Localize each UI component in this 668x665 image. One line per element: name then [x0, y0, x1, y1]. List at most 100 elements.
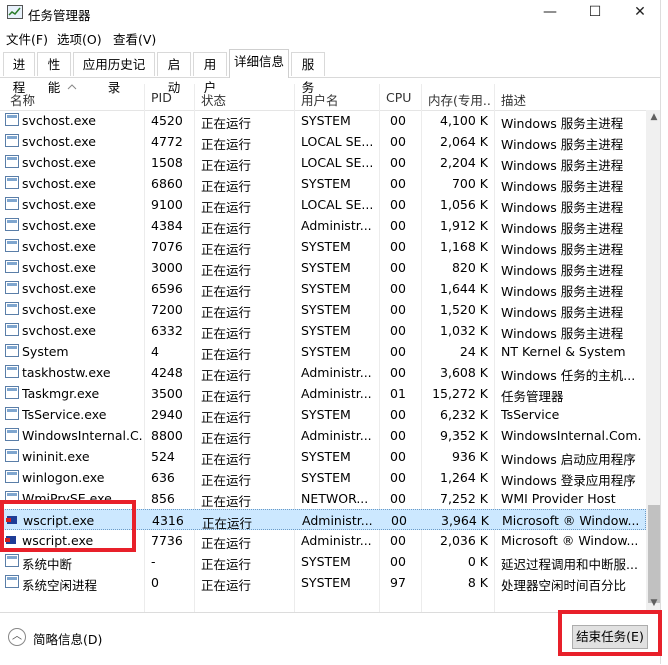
minimize-button[interactable]: —	[527, 0, 573, 26]
tab-details[interactable]: 详细信息	[229, 49, 289, 78]
cell-description: Windows 服务主进程	[501, 326, 624, 341]
col-header-name[interactable]: 名称	[10, 90, 140, 109]
col-header-pid[interactable]: PID	[151, 90, 195, 105]
tab-processes[interactable]: 进程	[3, 52, 35, 95]
cell-description: Windows 任务的主机...	[501, 368, 636, 383]
table-row[interactable]: svchost.exe 6596 正在运行 SYSTEM 00 1,644 K Window…	[0, 278, 646, 299]
cell-status: 正在运行	[201, 221, 252, 236]
tab-performance[interactable]: 性能	[37, 52, 71, 95]
table-row[interactable]: svchost.exe 4772 正在运行 LOCAL SE... 00 2,064 K W…	[0, 131, 646, 152]
title-bar: 任务管理器 — ☐ ✕	[0, 0, 668, 26]
table-row[interactable]: wininit.exe 524 正在运行 SYSTEM 00 936 K Windows 启…	[0, 446, 646, 467]
table-row[interactable]: taskhostw.exe 4248 正在运行 Administr... 00 3,608…	[0, 362, 646, 383]
table-row[interactable]: svchost.exe 1508 正在运行 LOCAL SE... 00 2,204 K W…	[0, 152, 646, 173]
cell-status: 正在运行	[201, 137, 252, 152]
table-row[interactable]: WindowsInternal.C... 8800 正在运行 Administr...…	[0, 425, 646, 446]
cell-description: 任务管理器	[501, 389, 564, 404]
window-edge	[660, 0, 668, 664]
table-row[interactable]: svchost.exe 3000 正在运行 SYSTEM 00 820 K Windows …	[0, 257, 646, 278]
close-button[interactable]: ✕	[617, 0, 663, 26]
process-icon	[5, 218, 19, 231]
cell-user: Administr...	[301, 386, 372, 401]
menu-bar: 文件(F) 选项(O) 查看(V)	[0, 26, 668, 48]
cell-description: NT Kernel & System	[501, 344, 626, 359]
scrollbar-thumb[interactable]	[648, 505, 660, 603]
table-row[interactable]: svchost.exe 7076 正在运行 SYSTEM 00 1,168 K Window…	[0, 236, 646, 257]
cell-status: 正在运行	[201, 389, 252, 404]
cell-cpu: 00	[390, 428, 406, 443]
cell-status: 正在运行	[201, 326, 252, 341]
cell-name: svchost.exe	[22, 323, 96, 338]
cell-status: 正在运行	[201, 158, 252, 173]
cell-status: 正在运行	[201, 494, 252, 509]
col-header-memory[interactable]: 内存(专用...	[428, 90, 492, 109]
cell-status: 正在运行	[201, 578, 252, 593]
scroll-up-icon[interactable]: ▲	[649, 112, 659, 122]
process-icon	[5, 470, 19, 483]
cell-name: svchost.exe	[22, 113, 96, 128]
cell-name: svchost.exe	[22, 155, 96, 170]
tab-startup[interactable]: 启动	[157, 52, 191, 95]
cell-memory: 936 K	[451, 449, 488, 464]
table-row[interactable]: svchost.exe 6332 正在运行 SYSTEM 00 1,032 K Window…	[0, 320, 646, 341]
col-header-status[interactable]: 状态	[201, 90, 291, 109]
cell-memory: 8 K	[467, 575, 488, 590]
cell-user: Administr...	[301, 365, 372, 380]
table-row[interactable]: WmiPrvSE.exe 856 正在运行 NETWOR... 00 7,252 K WMI…	[0, 488, 646, 509]
table-row[interactable]: System 4 正在运行 SYSTEM 00 24 K NT Kernel & Syste…	[0, 341, 646, 362]
cell-user: SYSTEM	[301, 449, 351, 464]
cell-cpu: 00	[390, 134, 406, 149]
process-icon	[5, 554, 19, 567]
tab-app-history[interactable]: 应用历史记录	[73, 52, 155, 95]
table-row[interactable]: TsService.exe 2940 正在运行 SYSTEM 00 6,232 K TsSe…	[0, 404, 646, 425]
table-row[interactable]: svchost.exe 4520 正在运行 SYSTEM 00 4,100 K Window…	[0, 110, 646, 131]
cell-status: 正在运行	[201, 242, 252, 257]
maximize-button[interactable]: ☐	[572, 0, 618, 26]
cell-pid: 6332	[151, 323, 183, 338]
process-icon	[5, 155, 19, 168]
cell-pid: -	[151, 554, 156, 569]
col-header-cpu[interactable]: CPU	[386, 90, 422, 105]
menu-file[interactable]: 文件(F)	[6, 29, 48, 48]
cell-cpu: 00	[390, 323, 406, 338]
table-row[interactable]: svchost.exe 6860 正在运行 SYSTEM 00 700 K Windows …	[0, 173, 646, 194]
col-header-description[interactable]: 描述	[501, 90, 641, 109]
tab-users[interactable]: 用户	[193, 52, 227, 95]
end-task-button[interactable]: 结束任务(E)	[572, 625, 648, 649]
cell-cpu: 00	[391, 513, 407, 528]
cell-status: 正在运行	[201, 305, 252, 320]
table-row[interactable]: svchost.exe 9100 正在运行 LOCAL SE... 00 1,056 K W…	[0, 194, 646, 215]
cell-description: Microsoft ® Window...	[501, 533, 639, 548]
cell-user: SYSTEM	[301, 407, 351, 422]
scroll-down-icon[interactable]: ▼	[649, 598, 659, 608]
table-row[interactable]: 系统空闲进程 0 正在运行 SYSTEM 97 8 K 处理器空闲时间百分比	[0, 572, 646, 593]
table-row[interactable]: winlogon.exe 636 正在运行 SYSTEM 00 1,264 K Window…	[0, 467, 646, 488]
cell-status: 正在运行	[201, 473, 252, 488]
chevron-up-icon[interactable]: ︿	[8, 628, 26, 646]
cell-description: Windows 服务主进程	[501, 305, 624, 320]
cell-pid: 9100	[151, 197, 183, 212]
process-icon	[5, 239, 19, 252]
table-row[interactable]: wscript.exe 7736 正在运行 Administr... 00 2,036 K…	[0, 530, 646, 551]
menu-view[interactable]: 查看(V)	[113, 29, 156, 48]
table-row[interactable]: svchost.exe 7200 正在运行 SYSTEM 00 1,520 K Window…	[0, 299, 646, 320]
cell-description: WMI Provider Host	[501, 491, 616, 506]
script-host-icon	[6, 513, 20, 526]
cell-description: Windows 服务主进程	[501, 221, 624, 236]
menu-options[interactable]: 选项(O)	[57, 29, 102, 48]
table-row[interactable]: 系统中断 - 正在运行 SYSTEM 00 0 K 延迟过程调用和中断服...	[0, 551, 646, 572]
cell-user: SYSTEM	[301, 470, 351, 485]
cell-pid: 7076	[151, 239, 183, 254]
cell-name: svchost.exe	[22, 281, 96, 296]
table-row[interactable]: wscript.exe 4316 正在运行 Administr... 00 3,964 K…	[0, 509, 646, 531]
tab-services[interactable]: 服务	[291, 52, 325, 95]
table-row[interactable]: Taskmgr.exe 3500 正在运行 Administr... 01 15,272 …	[0, 383, 646, 404]
cell-description: Windows 服务主进程	[501, 116, 624, 131]
table-row[interactable]: svchost.exe 4384 正在运行 Administr... 00 1,912 K…	[0, 215, 646, 236]
cell-description: WindowsInternal.Com...	[501, 428, 641, 443]
cell-name: 系统空闲进程	[22, 578, 98, 593]
less-details-link[interactable]: 简略信息(D)	[33, 629, 102, 648]
col-header-user[interactable]: 用户名	[301, 90, 376, 109]
cell-status: 正在运行	[201, 536, 252, 551]
cell-memory: 820 K	[451, 260, 488, 275]
